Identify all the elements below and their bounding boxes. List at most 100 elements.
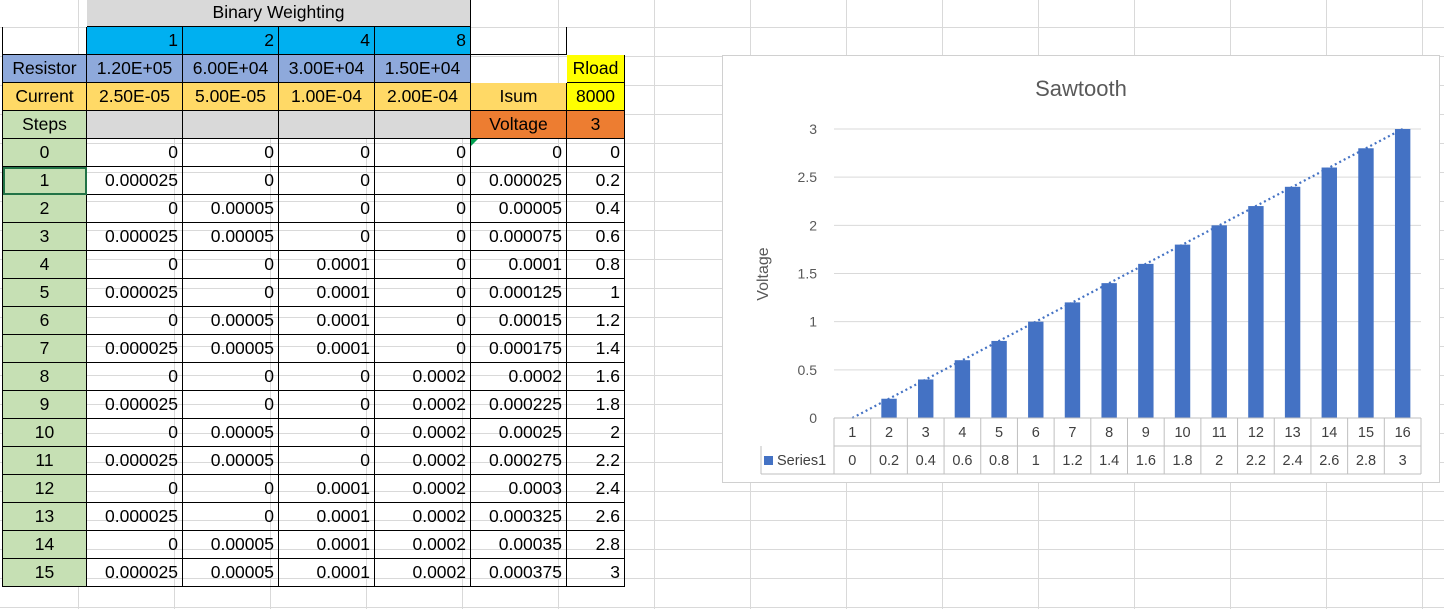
- isum-label[interactable]: Isum: [470, 82, 567, 111]
- data-cell[interactable]: 0.6: [566, 222, 625, 251]
- data-cell[interactable]: 0.0001: [278, 306, 375, 335]
- data-cell[interactable]: 0.000025: [86, 446, 183, 475]
- data-cell[interactable]: 0: [278, 222, 375, 251]
- data-cell[interactable]: 0.0002: [374, 390, 471, 419]
- data-cell[interactable]: 0: [182, 138, 279, 167]
- data-cell[interactable]: 0.0002: [374, 446, 471, 475]
- data-cell[interactable]: 0.000125: [470, 278, 567, 307]
- data-cell[interactable]: 0: [278, 390, 375, 419]
- data-cell[interactable]: 0: [182, 362, 279, 391]
- cell-empty[interactable]: [278, 110, 375, 139]
- data-cell[interactable]: 0: [278, 446, 375, 475]
- step-cell[interactable]: 15: [2, 558, 87, 587]
- data-cell[interactable]: 0: [182, 390, 279, 419]
- step-cell[interactable]: 7: [2, 334, 87, 363]
- data-cell[interactable]: 0.00015: [470, 306, 567, 335]
- data-cell[interactable]: 0: [182, 278, 279, 307]
- data-cell[interactable]: 0: [278, 138, 375, 167]
- voltage-value[interactable]: 3: [566, 110, 625, 139]
- cell-empty[interactable]: [86, 110, 183, 139]
- data-cell[interactable]: 0.8: [566, 250, 625, 279]
- step-cell[interactable]: 5: [2, 278, 87, 307]
- data-cell[interactable]: 0.00005: [182, 418, 279, 447]
- data-cell[interactable]: 0.0001: [278, 474, 375, 503]
- weight-cell[interactable]: 4: [278, 26, 375, 55]
- data-cell[interactable]: 0: [374, 222, 471, 251]
- data-cell[interactable]: 0.0001: [470, 250, 567, 279]
- data-cell[interactable]: 0: [566, 138, 625, 167]
- data-cell[interactable]: 0.0001: [278, 278, 375, 307]
- current-value[interactable]: 2.00E-04: [374, 82, 471, 111]
- step-cell[interactable]: 6: [2, 306, 87, 335]
- step-cell[interactable]: 0: [2, 138, 87, 167]
- data-cell[interactable]: 0.0002: [374, 418, 471, 447]
- step-cell[interactable]: 8: [2, 362, 87, 391]
- step-cell[interactable]: 12: [2, 474, 87, 503]
- data-cell[interactable]: 0.000025: [86, 222, 183, 251]
- data-cell[interactable]: 0.000025: [86, 166, 183, 195]
- step-cell[interactable]: 9: [2, 390, 87, 419]
- data-cell[interactable]: 0: [374, 306, 471, 335]
- data-cell[interactable]: 0.00005: [182, 530, 279, 559]
- data-cell[interactable]: 2.2: [566, 446, 625, 475]
- data-cell[interactable]: 2: [566, 418, 625, 447]
- data-cell[interactable]: 0: [374, 166, 471, 195]
- data-cell[interactable]: 0.0002: [374, 362, 471, 391]
- data-cell[interactable]: 0.00005: [182, 194, 279, 223]
- data-cell[interactable]: 0.000025: [470, 166, 567, 195]
- current-label[interactable]: Current: [2, 82, 87, 111]
- data-cell[interactable]: 0: [374, 278, 471, 307]
- step-cell[interactable]: 11: [2, 446, 87, 475]
- current-value[interactable]: 1.00E-04: [278, 82, 375, 111]
- data-cell[interactable]: 0: [86, 418, 183, 447]
- data-cell[interactable]: 0.00005: [182, 558, 279, 587]
- data-cell[interactable]: 0.000075: [470, 222, 567, 251]
- data-cell[interactable]: 0.0002: [374, 530, 471, 559]
- data-cell[interactable]: 0: [86, 194, 183, 223]
- data-cell[interactable]: 0.000275: [470, 446, 567, 475]
- data-cell[interactable]: 2.6: [566, 502, 625, 531]
- data-cell[interactable]: 0: [86, 138, 183, 167]
- data-cell[interactable]: 0: [278, 362, 375, 391]
- weight-cell[interactable]: 1: [86, 26, 183, 55]
- rload-label[interactable]: Rload: [566, 54, 625, 83]
- data-cell[interactable]: 0.4: [566, 194, 625, 223]
- weight-cell[interactable]: 2: [182, 26, 279, 55]
- data-cell[interactable]: 0.0002: [374, 502, 471, 531]
- data-cell[interactable]: 0.000325: [470, 502, 567, 531]
- data-cell[interactable]: 0.00005: [182, 334, 279, 363]
- voltage-label[interactable]: Voltage: [470, 110, 567, 139]
- current-value[interactable]: 2.50E-05: [86, 82, 183, 111]
- cell-empty[interactable]: [182, 110, 279, 139]
- data-cell[interactable]: 0.0001: [278, 334, 375, 363]
- data-cell[interactable]: 0: [182, 166, 279, 195]
- sawtooth-chart[interactable]: Sawtooth Voltage 0 0.5 1 1.5 2 2.5 3 1 2 3 4 5 6 7 8 9 10 1…: [722, 55, 1440, 483]
- data-cell[interactable]: 0: [182, 474, 279, 503]
- data-cell[interactable]: 0: [182, 502, 279, 531]
- data-cell[interactable]: 1: [566, 278, 625, 307]
- step-cell[interactable]: 13: [2, 502, 87, 531]
- weight-cell[interactable]: 8: [374, 26, 471, 55]
- data-cell[interactable]: 0: [182, 250, 279, 279]
- cell-empty[interactable]: [3, 0, 87, 27]
- data-cell[interactable]: 0.000025: [86, 502, 183, 531]
- cell-empty[interactable]: [374, 110, 471, 139]
- data-cell[interactable]: 0: [86, 530, 183, 559]
- data-cell[interactable]: 0.000025: [86, 558, 183, 587]
- step-cell[interactable]: 2: [2, 194, 87, 223]
- data-cell[interactable]: 0.000025: [86, 390, 183, 419]
- data-cell[interactable]: 0.00005: [470, 194, 567, 223]
- data-cell[interactable]: 0.0002: [374, 474, 471, 503]
- data-cell[interactable]: 0.000225: [470, 390, 567, 419]
- resistor-value[interactable]: 6.00E+04: [182, 54, 279, 83]
- steps-label[interactable]: Steps: [2, 110, 87, 139]
- data-cell[interactable]: 0.000375: [470, 558, 567, 587]
- data-cell[interactable]: 0.00005: [182, 446, 279, 475]
- data-cell[interactable]: 0.000025: [86, 278, 183, 307]
- data-cell[interactable]: 1.8: [566, 390, 625, 419]
- cell-empty[interactable]: [470, 26, 567, 55]
- data-cell[interactable]: 0.0002: [470, 362, 567, 391]
- data-cell[interactable]: 0: [374, 194, 471, 223]
- data-cell[interactable]: 0: [470, 138, 567, 167]
- data-cell[interactable]: 0.00005: [182, 306, 279, 335]
